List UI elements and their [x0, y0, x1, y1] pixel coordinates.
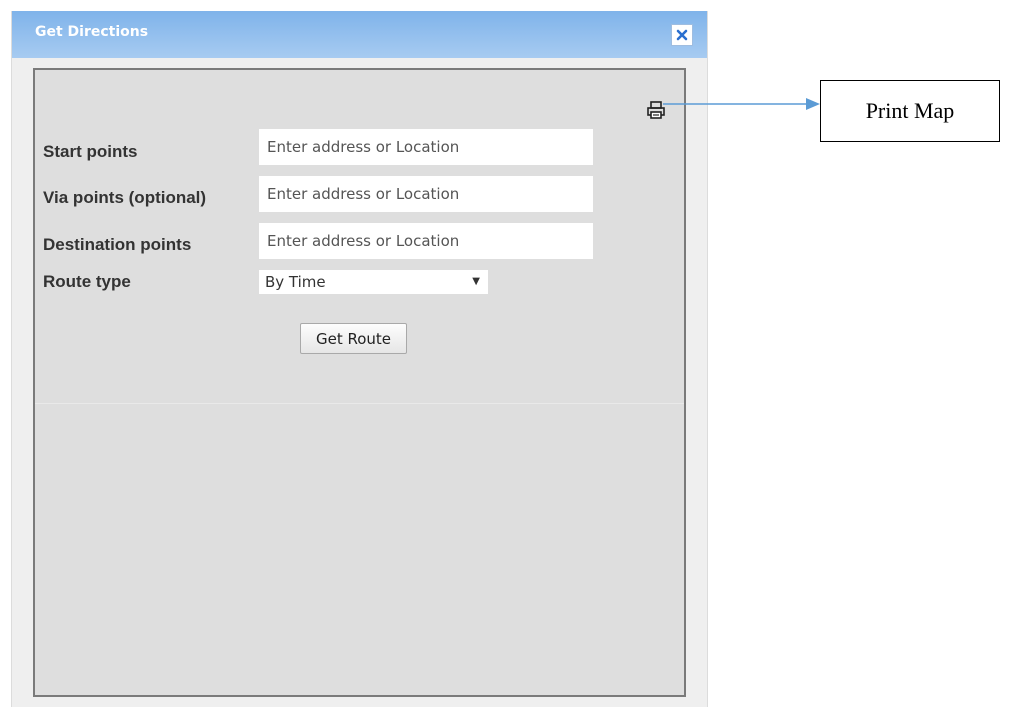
- print-map-callout-label: Print Map: [865, 98, 955, 123]
- print-map-callout: Print Map: [820, 80, 1000, 142]
